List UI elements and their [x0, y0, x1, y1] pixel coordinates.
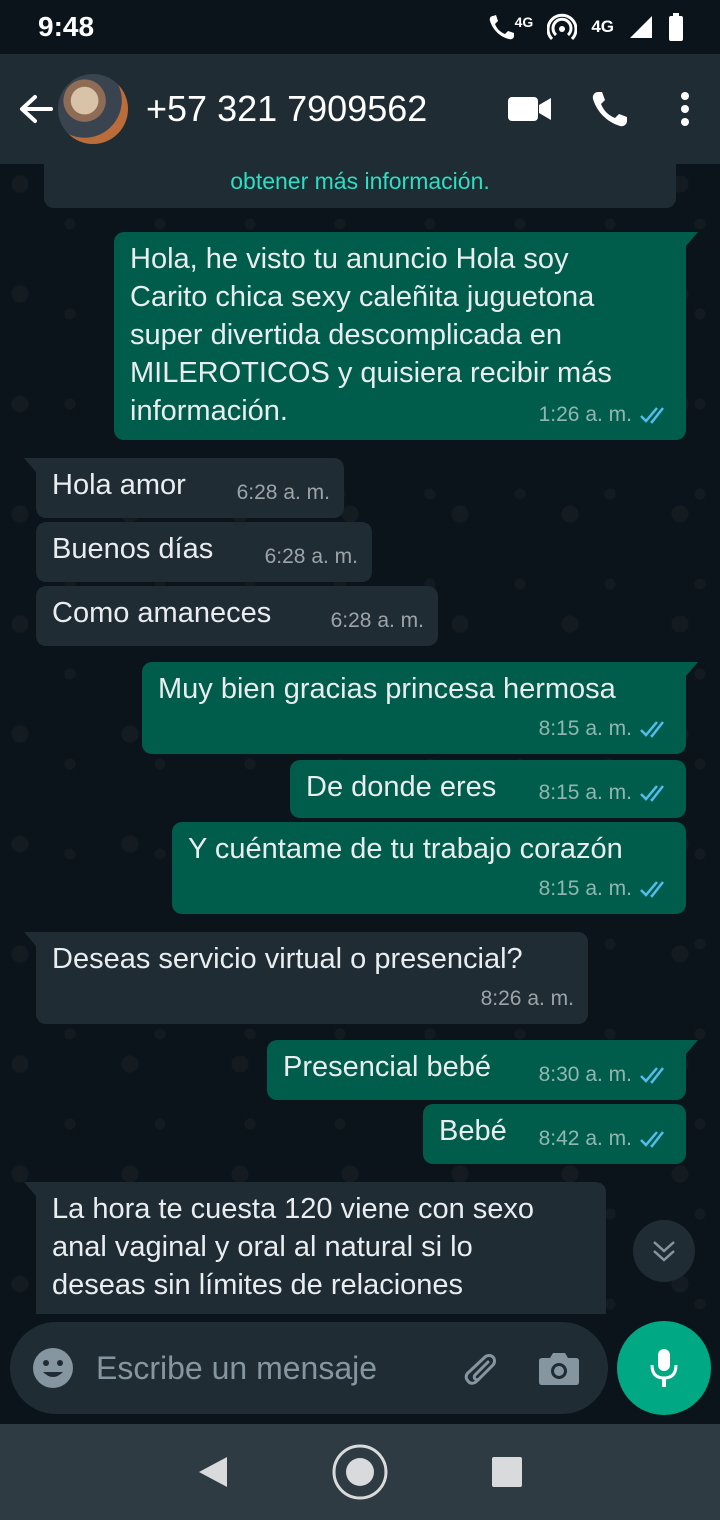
message-time: 6:28 a. m. [236, 481, 330, 504]
message-meta: 8:15 a. m. [539, 710, 672, 748]
message-meta: 6:28 a. m. [265, 538, 358, 576]
voice-call-button[interactable] [570, 54, 650, 164]
double-check-icon [640, 1129, 672, 1149]
video-call-button[interactable] [490, 54, 570, 164]
message-bubble[interactable]: Bebé 8:42 a. m. [423, 1104, 686, 1164]
smiley-icon [33, 1348, 73, 1388]
message-meta: 6:28 a. m. [331, 602, 424, 640]
message-meta: 8:15 a. m. [539, 870, 672, 908]
chat-header: +57 321 7909562 [0, 54, 720, 164]
double-check-icon [640, 879, 672, 899]
message-bubble[interactable]: Muy bien gracias princesa hermosa 8:15 a… [142, 662, 698, 754]
message-time: 8:15 a. m. [538, 877, 632, 900]
status-icons: 4G 4G [487, 12, 684, 42]
message-meta: 8:26 a. m. [481, 980, 574, 1018]
message-bubble[interactable]: Buenos días 6:28 a. m. [36, 522, 372, 582]
paperclip-icon [464, 1354, 496, 1385]
nav-home-button[interactable] [320, 1432, 400, 1512]
chat-area[interactable]: obtener más información. Hola, he visto … [0, 164, 720, 1314]
message-time: 8:30 a. m. [538, 1063, 632, 1086]
camera-icon [539, 1353, 579, 1385]
message-time: 6:28 a. m. [330, 609, 424, 632]
status-bar: 9:48 4G 4G [0, 0, 720, 54]
call-network-label: 4G [514, 14, 534, 30]
message-text: Deseas servicio virtual o presencial? [52, 943, 523, 975]
message-time: 8:42 a. m. [538, 1127, 632, 1150]
message-text: La hora te cuesta 120 viene con sexo ana… [52, 1193, 535, 1301]
double-check-icon [640, 783, 672, 803]
video-camera-icon [508, 97, 551, 121]
signal-icon [628, 14, 654, 40]
status-time: 9:48 [38, 11, 95, 42]
encryption-notice[interactable]: obtener más información. [44, 164, 676, 208]
arrow-left-icon [20, 95, 53, 123]
double-check-icon [640, 405, 672, 425]
wifi-call-icon: 4G [487, 12, 534, 42]
square-recents-icon [491, 1457, 522, 1487]
triangle-back-icon [199, 1457, 228, 1487]
hotspot-icon [547, 12, 578, 42]
message-time: 8:26 a. m. [480, 987, 574, 1010]
network-label: 4G [591, 17, 614, 36]
double-check-icon [640, 719, 672, 739]
navigation-bar [0, 1424, 720, 1520]
message-time: 8:15 a. m. [538, 781, 632, 804]
message-time: 1:26 a. m. [538, 403, 632, 426]
message-bubble[interactable]: Hola amor 6:28 a. m. [24, 458, 344, 518]
message-bubble[interactable]: Y cuéntame de tu trabajo corazón 8:15 a.… [172, 822, 686, 914]
message-text: Muy bien gracias princesa hermosa [158, 673, 616, 705]
message-meta: 6:28 a. m. [237, 474, 330, 512]
scroll-down-button[interactable] [633, 1220, 695, 1282]
menu-button[interactable] [650, 54, 720, 164]
nav-back-button[interactable] [173, 1432, 253, 1512]
message-bubble[interactable]: Hola, he visto tu anuncio Hola soy Carit… [114, 232, 698, 440]
message-time: 8:15 a. m. [538, 717, 632, 740]
contact-name[interactable]: +57 321 7909562 [146, 88, 490, 130]
voice-record-button[interactable] [617, 1321, 711, 1415]
input-bar [0, 1314, 720, 1424]
message-bubble[interactable]: Presencial bebé 8:30 a. m. [267, 1040, 698, 1100]
message-bubble[interactable]: Como amaneces 6:28 a. m. [36, 586, 438, 646]
microphone-icon [650, 1349, 678, 1387]
attach-button[interactable] [436, 1322, 524, 1414]
message-text: Y cuéntame de tu trabajo corazón [188, 833, 623, 865]
message-meta: 8:15 a. m. [539, 774, 672, 812]
message-meta: 1:26 a. m. [539, 396, 672, 434]
double-check-icon [640, 1065, 672, 1085]
phone-icon [592, 92, 627, 127]
camera-button[interactable] [524, 1322, 594, 1414]
message-meta: 8:30 a. m. [539, 1056, 672, 1094]
message-time: 6:28 a. m. [264, 545, 358, 568]
message-input[interactable] [96, 1349, 436, 1387]
message-meta: 8:42 a. m. [539, 1120, 672, 1158]
more-vertical-icon [681, 92, 689, 126]
message-composer [10, 1322, 608, 1414]
nav-recents-button[interactable] [467, 1432, 547, 1512]
back-button[interactable] [6, 54, 66, 164]
home-circle-icon [332, 1444, 388, 1500]
message-bubble[interactable]: La hora te cuesta 120 viene con sexo ana… [24, 1182, 606, 1314]
double-chevron-down-icon [653, 1241, 675, 1262]
avatar[interactable] [58, 74, 128, 144]
battery-icon [668, 13, 684, 41]
emoji-button[interactable] [10, 1322, 96, 1414]
message-bubble[interactable]: De donde eres 8:15 a. m. [290, 760, 686, 818]
message-bubble[interactable]: Deseas servicio virtual o presencial? 8:… [24, 932, 588, 1024]
